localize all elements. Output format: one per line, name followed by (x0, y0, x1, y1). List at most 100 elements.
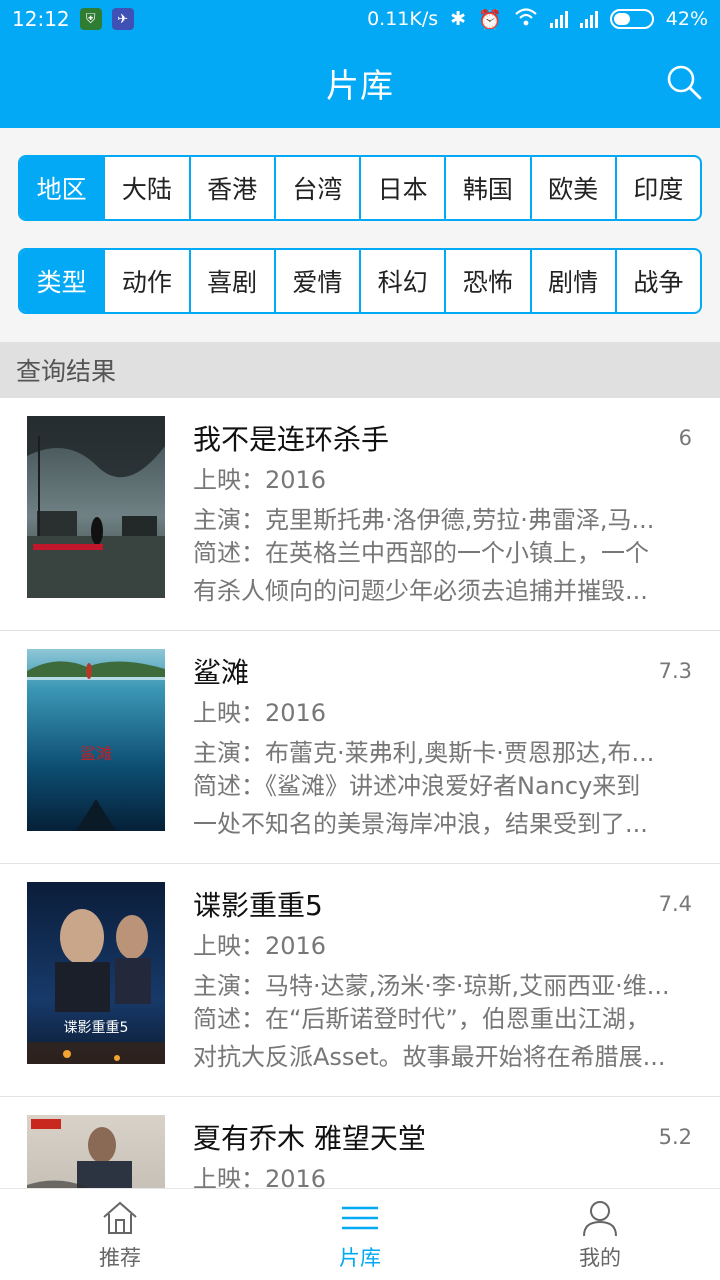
movie-release: 上映：2016 (193, 693, 683, 728)
desc-text-line1: 在英格兰中西部的一个小镇上，一个 (265, 539, 649, 567)
movie-desc: 简述：在英格兰中西部的一个小镇上，一个 (193, 533, 683, 568)
svg-text:鲨滩: 鲨滩 (80, 744, 112, 763)
release-year: 2016 (265, 699, 327, 727)
search-button[interactable] (664, 62, 704, 102)
genre-option-action[interactable]: 动作 (103, 250, 188, 312)
person-icon (583, 1200, 617, 1236)
list-item[interactable]: 我不是连环杀手 6 上映：2016 主演：克里斯托弗·洛伊德,劳拉·弗雷泽,马.… (0, 398, 720, 631)
network-speed: 0.11K/s (367, 8, 439, 30)
nav-mine[interactable]: 我的 (480, 1189, 720, 1280)
desc-label: 简述： (193, 539, 265, 567)
search-icon (667, 65, 702, 100)
desc-text-line2: 对抗大反派Asset。故事最开始将在希腊展... (193, 1043, 666, 1071)
movie-desc: 简述：《鲨滩》讲述冲浪爱好者Nancy来到 (193, 766, 683, 801)
release-label: 上映： (193, 1165, 265, 1188)
cast-label: 主演： (193, 972, 265, 1000)
wifi-icon (514, 7, 538, 32)
nav-mine-label: 我的 (579, 1245, 621, 1270)
cast-label: 主演： (193, 506, 265, 534)
cast-text: 马特·达蒙,汤米·李·琼斯,艾丽西亚·维... (265, 972, 670, 1000)
cast-text: 克里斯托弗·洛伊德,劳拉·弗雷泽,马... (265, 506, 655, 534)
region-option-korea[interactable]: 韩国 (444, 157, 529, 219)
results-header: 查询结果 (0, 342, 720, 398)
shield-notification-icon: ⛨ (79, 8, 102, 30)
app-bar: 片库 (0, 38, 720, 128)
movie-rating: 7.4 (658, 892, 692, 916)
alarm-icon: ⏰ (478, 8, 502, 31)
nav-recommend-label: 推荐 (99, 1245, 141, 1270)
desc-text-line2: 有杀人倾向的问题少年必须去追捕并摧毁... (193, 577, 648, 605)
signal-icon-1 (549, 10, 568, 28)
release-year: 2016 (265, 932, 327, 960)
region-option-west[interactable]: 欧美 (529, 157, 615, 219)
cast-label: 主演： (193, 739, 265, 767)
release-year: 2016 (265, 466, 327, 494)
list-item[interactable]: 谍影重重5 谍影重重5 7.4 上映：2016 主演：马特·达蒙,汤米·李·琼斯… (0, 864, 720, 1097)
region-option-india[interactable]: 印度 (614, 157, 700, 219)
svg-text:谍影重重5: 谍影重重5 (64, 1020, 129, 1036)
movie-release: 上映：2016 (193, 926, 683, 961)
bluetooth-icon: ✱ (450, 8, 467, 30)
movie-list[interactable]: 我不是连环杀手 6 上映：2016 主演：克里斯托弗·洛伊德,劳拉·弗雷泽,马.… (0, 398, 720, 1188)
movie-poster: 谍影重重5 (27, 882, 165, 1064)
region-option-mainland[interactable]: 大陆 (103, 157, 188, 219)
release-label: 上映： (193, 466, 265, 494)
desc-label: 简述： (193, 1005, 265, 1033)
cast-text: 布蕾克·莱弗利,奥斯卡·贾恩那达,布... (265, 739, 655, 767)
region-option-hongkong[interactable]: 香港 (188, 157, 274, 219)
release-year: 2016 (265, 1165, 327, 1188)
movie-poster (27, 1115, 165, 1188)
page-title: 片库 (326, 66, 394, 105)
status-left: 12:12 ⛨ ✈ (12, 7, 134, 31)
region-filter-label: 地区 (20, 157, 104, 219)
movie-title: 鲨滩 (193, 656, 250, 689)
genre-option-war[interactable]: 战争 (614, 250, 700, 312)
nav-library-label: 片库 (339, 1245, 381, 1270)
movie-rating: 6 (678, 426, 692, 450)
movie-rating: 5.2 (658, 1125, 692, 1149)
genre-filter-label: 类型 (20, 250, 104, 312)
region-option-japan[interactable]: 日本 (359, 157, 444, 219)
desc-text-line1: 《鲨滩》讲述冲浪爱好者Nancy来到 (265, 772, 641, 800)
bottom-nav: 推荐 片库 我的 (0, 1188, 720, 1280)
movie-title: 谍影重重5 (193, 889, 323, 922)
movie-cast: 主演：马特·达蒙,汤米·李·琼斯,艾丽西亚·维... (193, 966, 683, 1001)
movie-cast: 主演：克里斯托弗·洛伊德,劳拉·弗雷泽,马... (193, 500, 683, 535)
release-label: 上映： (193, 699, 265, 727)
nav-recommend[interactable]: 推荐 (0, 1189, 240, 1280)
desc-label: 简述： (193, 772, 265, 800)
desc-text-line2: 一处不知名的美景海岸冲浪，结果受到了... (193, 810, 648, 838)
nav-library[interactable]: 片库 (240, 1189, 480, 1280)
movie-desc: 简述：在“后斯诺登时代”，伯恩重出江湖， (193, 999, 683, 1034)
battery-icon (609, 9, 654, 29)
region-filter-row: 地区 大陆 香港 台湾 日本 韩国 欧美 印度 (18, 155, 702, 221)
movie-release: 上映：2016 (193, 1159, 683, 1188)
filter-area: 地区 大陆 香港 台湾 日本 韩国 欧美 印度 类型 动作 喜剧 爱情 科幻 恐… (0, 128, 720, 342)
genre-option-drama[interactable]: 剧情 (529, 250, 615, 312)
movie-rating: 7.3 (658, 659, 692, 683)
status-bar: 12:12 ⛨ ✈ 0.11K/s ✱ ⏰ 42% (0, 0, 720, 38)
genre-option-romance[interactable]: 爱情 (273, 250, 359, 312)
movie-poster: 鲨滩 (27, 649, 165, 831)
genre-option-horror[interactable]: 恐怖 (444, 250, 529, 312)
release-label: 上映： (193, 932, 265, 960)
status-right: 0.11K/s ✱ ⏰ 42% (367, 7, 708, 32)
list-item[interactable]: 鲨滩 鲨滩 7.3 上映：2016 主演：布蕾克·莱弗利,奥斯卡·贾恩那达,布.… (0, 631, 720, 864)
genre-option-comedy[interactable]: 喜剧 (188, 250, 274, 312)
status-time: 12:12 (12, 7, 70, 31)
movie-release: 上映：2016 (193, 460, 683, 495)
movie-title: 夏有乔木 雅望天堂 (193, 1122, 426, 1155)
signal-icon-2 (579, 10, 598, 28)
region-option-taiwan[interactable]: 台湾 (273, 157, 359, 219)
battery-percent: 42% (665, 8, 708, 30)
movie-title: 我不是连环杀手 (193, 423, 390, 456)
list-item[interactable]: 夏有乔木 雅望天堂 5.2 上映：2016 (0, 1097, 720, 1188)
desc-text-line1: 在“后斯诺登时代”，伯恩重出江湖， (265, 1005, 650, 1033)
list-icon (342, 1206, 378, 1229)
home-icon (103, 1201, 137, 1234)
movie-poster (27, 416, 165, 598)
bird-notification-icon: ✈ (111, 8, 134, 30)
movie-cast: 主演：布蕾克·莱弗利,奥斯卡·贾恩那达,布... (193, 733, 683, 768)
genre-option-scifi[interactable]: 科幻 (359, 250, 444, 312)
genre-filter-row: 类型 动作 喜剧 爱情 科幻 恐怖 剧情 战争 (18, 248, 702, 314)
